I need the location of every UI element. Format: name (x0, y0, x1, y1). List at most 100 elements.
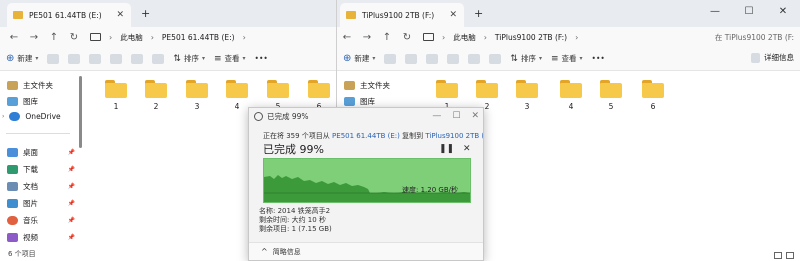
forward-icon[interactable]: → (24, 32, 44, 43)
paste-icon[interactable] (426, 53, 439, 64)
sort-icon: ⇅ (173, 53, 181, 64)
close-window-icon[interactable]: ✕ (471, 111, 479, 121)
delete-icon[interactable] (489, 53, 502, 64)
pin-icon[interactable]: 📌 (68, 200, 75, 207)
tab-pe501[interactable]: PE501 61.44TB (E:) ✕ (7, 3, 131, 27)
folder-label: 1 (113, 102, 119, 111)
chevron-down-icon: ▾ (538, 55, 542, 62)
rename-icon[interactable] (110, 53, 123, 64)
delete-icon[interactable] (152, 53, 165, 64)
more-button[interactable]: ••• (592, 54, 605, 63)
new-button[interactable]: ⊕ 新建 ▾ (343, 53, 375, 64)
copy-progress-dialog: 已完成 99% — ☐ ✕ 正在将 359 个项目从 PE501 61.44TB… (248, 107, 484, 261)
sidebar-item-onedrive[interactable]: › OneDrive (2, 112, 74, 121)
details-view-icon[interactable] (774, 252, 782, 259)
scrollbar[interactable] (79, 76, 82, 148)
dialog-title: 已完成 99% (267, 112, 309, 121)
back-icon[interactable]: ← (4, 32, 24, 43)
share-icon[interactable] (468, 53, 481, 64)
maximize-icon[interactable]: ☐ (452, 111, 460, 121)
folder-icon (476, 80, 498, 98)
details-button[interactable]: 详细信息 (751, 52, 794, 63)
sort-button[interactable]: ⇅ 排序 ▾ (510, 53, 542, 64)
chevron-down-icon: ▾ (579, 55, 583, 62)
folder-item[interactable]: 4 (556, 80, 586, 111)
view-button[interactable]: ≡ 查看 ▾ (214, 53, 246, 64)
pin-icon[interactable]: 📌 (68, 217, 75, 224)
sidebar-item-label: 主文件夹 (23, 81, 53, 90)
refresh-icon[interactable]: ↻ (397, 32, 417, 43)
tab-tiplus[interactable]: TiPlus9100 2TB (F:) ✕ (340, 3, 464, 27)
sidebar-item-pictures[interactable]: 图片 📌 (7, 198, 79, 209)
up-icon[interactable]: ↑ (377, 32, 397, 43)
pin-icon[interactable]: 📌 (68, 166, 75, 173)
chevron-right-icon: › (109, 32, 113, 42)
sidebar-item-documents[interactable]: 文档 📌 (7, 181, 79, 192)
home-icon (344, 81, 355, 90)
folder-item[interactable]: 1 (101, 80, 131, 111)
new-tab-button[interactable]: + (141, 7, 150, 20)
new-tab-button[interactable]: + (474, 7, 483, 20)
sidebar-item-music[interactable]: 音乐 📌 (7, 215, 79, 226)
dialog-window-controls: — ☐ ✕ (432, 111, 479, 121)
destination-link[interactable]: TiPlus9100 2TB (F:) (425, 132, 483, 140)
folder-item[interactable]: 5 (596, 80, 626, 111)
copy-icon[interactable] (405, 53, 418, 64)
paste-icon[interactable] (89, 53, 102, 64)
breadcrumb-drive[interactable]: TiPlus9100 2TB (F:) (495, 33, 567, 42)
sidebar-item-home[interactable]: 主文件夹 (344, 80, 416, 91)
cut-icon[interactable] (47, 53, 60, 64)
close-tab-icon[interactable]: ✕ (116, 10, 124, 20)
sort-label: 排序 (520, 54, 536, 63)
forward-icon[interactable]: → (357, 32, 377, 43)
tiles-view-icon[interactable] (786, 252, 794, 259)
chevron-up-icon[interactable]: ^ (261, 247, 268, 256)
folder-item[interactable]: 6 (638, 80, 668, 111)
folder-item[interactable]: 3 (182, 80, 212, 111)
less-details-button[interactable]: 简略信息 (273, 247, 301, 257)
cancel-button[interactable]: ✕ (463, 144, 471, 154)
close-window-icon[interactable]: ✕ (766, 3, 800, 21)
folder-icon (560, 80, 582, 98)
pin-icon[interactable]: 📌 (68, 183, 75, 190)
sidebar-item-gallery[interactable]: 图库 (7, 96, 79, 107)
source-link[interactable]: PE501 61.44TB (E:) (332, 132, 400, 140)
folder-item[interactable]: 2 (141, 80, 171, 111)
more-button[interactable]: ••• (255, 54, 268, 63)
divider (6, 133, 70, 134)
folder-label: 4 (568, 102, 574, 111)
minimize-icon[interactable]: — (698, 3, 732, 21)
folder-item[interactable]: 3 (512, 80, 542, 111)
minimize-icon[interactable]: — (432, 111, 441, 121)
breadcrumb-this-pc[interactable]: 此电脑 (453, 32, 476, 43)
breadcrumb-this-pc[interactable]: 此电脑 (120, 32, 143, 43)
sidebar-item-label: 下载 (23, 165, 38, 174)
view-button[interactable]: ≡ 查看 ▾ (551, 53, 583, 64)
close-tab-icon[interactable]: ✕ (449, 10, 457, 20)
up-icon[interactable]: ↑ (44, 32, 64, 43)
breadcrumb-drive[interactable]: PE501 61.44TB (E:) (162, 33, 235, 42)
search-input[interactable]: 在 TiPlus9100 2TB (F: (707, 30, 794, 45)
new-button[interactable]: ⊕ 新建 ▾ (6, 53, 38, 64)
sidebar-item-gallery[interactable]: 图库 (344, 96, 416, 107)
refresh-icon[interactable]: ↻ (64, 32, 84, 43)
pin-icon[interactable]: 📌 (68, 149, 75, 156)
sidebar-item-desktop[interactable]: 桌面 📌 (7, 147, 79, 158)
back-icon[interactable]: ← (337, 32, 357, 43)
sidebar-item-downloads[interactable]: 下载 📌 (7, 164, 79, 175)
rename-icon[interactable] (447, 53, 460, 64)
sidebar-item-home[interactable]: 主文件夹 (7, 80, 79, 91)
copy-icon[interactable] (68, 53, 81, 64)
view-switcher (774, 252, 794, 259)
maximize-icon[interactable]: ☐ (732, 3, 766, 21)
sidebar-item-videos[interactable]: 视频 📌 (7, 232, 79, 243)
pin-icon[interactable]: 📌 (68, 234, 75, 241)
pause-button[interactable]: ❚❚ (439, 144, 454, 154)
cut-icon[interactable] (384, 53, 397, 64)
command-bar: ⊕ 新建 ▾ ⇅ 排序 ▾ ≡ 查看 ▾ ••• 详细信息 (337, 47, 800, 71)
sort-button[interactable]: ⇅ 排序 ▾ (173, 53, 205, 64)
plus-icon: ⊕ (6, 53, 15, 64)
folder-icon (13, 11, 23, 19)
share-icon[interactable] (131, 53, 144, 64)
sidebar-item-label: 视频 (23, 233, 38, 242)
